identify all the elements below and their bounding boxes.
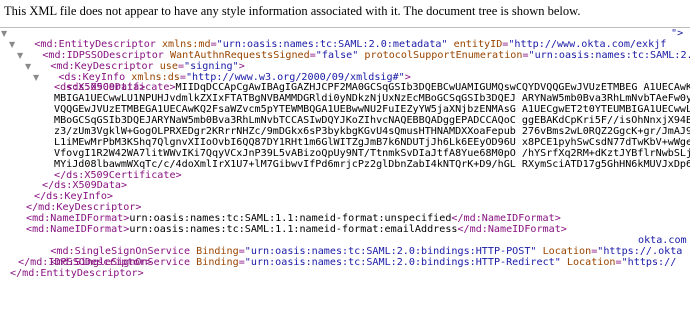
key-info-close-tag: </ds:KeyInfo> (34, 191, 114, 203)
key-descriptor-close-tag: </md:KeyDescriptor> (26, 202, 142, 214)
name-id-format-open-tag: <md:NameIDFormat> (26, 213, 130, 225)
certificate-text-line: z3/zUm3VgklW+GogOLPRXEDgr2KRrrNHZc/9mDGk… (54, 126, 690, 138)
name-id-format-close-tag: </md:NameIDFormat> (457, 224, 567, 236)
collapse-toggle-icon[interactable]: ▼ (25, 62, 33, 73)
idp-sso-descriptor-open-line: ▼ <md:IDPSSODescriptor WantAuthnRequestsS… (0, 40, 690, 61)
certificate-text-line: VQQGEwJVUzETMBEGA1UECAwKQ2FsaWZvcm5pYTEW… (54, 104, 690, 116)
certificate-text-line: VfovgI1R2W42WA7litWWvIKi7QqyVCxJnP39L5vA… (54, 147, 690, 159)
single-sign-on-service-post-line: <md:SingleSignOnService Binding="urn:oas… (50, 234, 687, 257)
key-info-open-line: ▼ <ds:KeyInfo xmlns:ds="http://www.w3.org… (25, 61, 411, 83)
certificate-text-line: L1iMEwMrPbM3KShq7QlgnvXIIoOvbI6QQ87DY1RH… (54, 136, 690, 148)
name-id-format-close-tag: </md:NameIDFormat> (451, 213, 561, 225)
no-style-info-message: This XML file does not appear to have an… (0, 0, 690, 28)
collapse-toggle-icon[interactable]: ▼ (17, 51, 25, 62)
entity-id-overflow: "> (671, 29, 684, 39)
name-id-format-line: <md:NameIDFormat>urn:oasis:names:tc:SAML… (0, 224, 690, 236)
x509-data-close-tag: </ds:X509Data> (42, 180, 128, 192)
certificate-text-line: MBIGA1UECwwLU1NPUHJvdmlkZXIxFTATBgNVBAMM… (54, 93, 690, 105)
certificate-text-line: MIIDqDCCApCgAwIBAgIGAZHJCPF2MA0GCSqGSIb3… (175, 82, 690, 94)
collapse-toggle-icon[interactable]: ▼ (1, 29, 9, 40)
x509-certificate-close-tag: </ds:X509Certificate> (54, 169, 182, 181)
x509-certificate-open-tag: <ds:X509Certificate> (54, 82, 176, 94)
idp-sso-descriptor-close-tag: </md:IDPSSODescriptor> (18, 256, 152, 268)
name-id-format-value: urn:oasis:names:tc:SAML:1.1:nameid-forma… (129, 213, 452, 225)
key-descriptor-open-line: ▼ <md:KeyDescriptor use="signing"> (17, 50, 245, 72)
entity-descriptor-close-tag: </md:EntityDescriptor> (10, 267, 144, 279)
certificate-text-line: MBoGCSqGSIb3DQEJARYNaW5mb0Bva3RhLmNvbTCC… (54, 115, 690, 127)
certificate-text-line: MYiJd08lbawmWXqTc/c/4doXmlIrX1U7+lM7Gibw… (54, 158, 690, 170)
entity-descriptor-close-line: </md:EntityDescriptor> (0, 267, 690, 280)
xml-document-tree: ▼ <md:EntityDescriptor xmlns:md="urn:oasi… (0, 29, 690, 314)
name-id-format-value: urn:oasis:names:tc:SAML:1.1:nameid-forma… (129, 224, 458, 236)
name-id-format-open-tag: <md:NameIDFormat> (26, 224, 130, 236)
entity-descriptor-open-line: ▼ <md:EntityDescriptor xmlns:md="urn:oasi… (1, 29, 684, 50)
collapse-toggle-icon[interactable]: ▼ (33, 73, 41, 84)
collapse-toggle-icon[interactable]: ▼ (9, 40, 17, 51)
location-url-tail: .okta (652, 245, 683, 257)
no-style-info-text: This XML file does not appear to have an… (4, 4, 581, 18)
